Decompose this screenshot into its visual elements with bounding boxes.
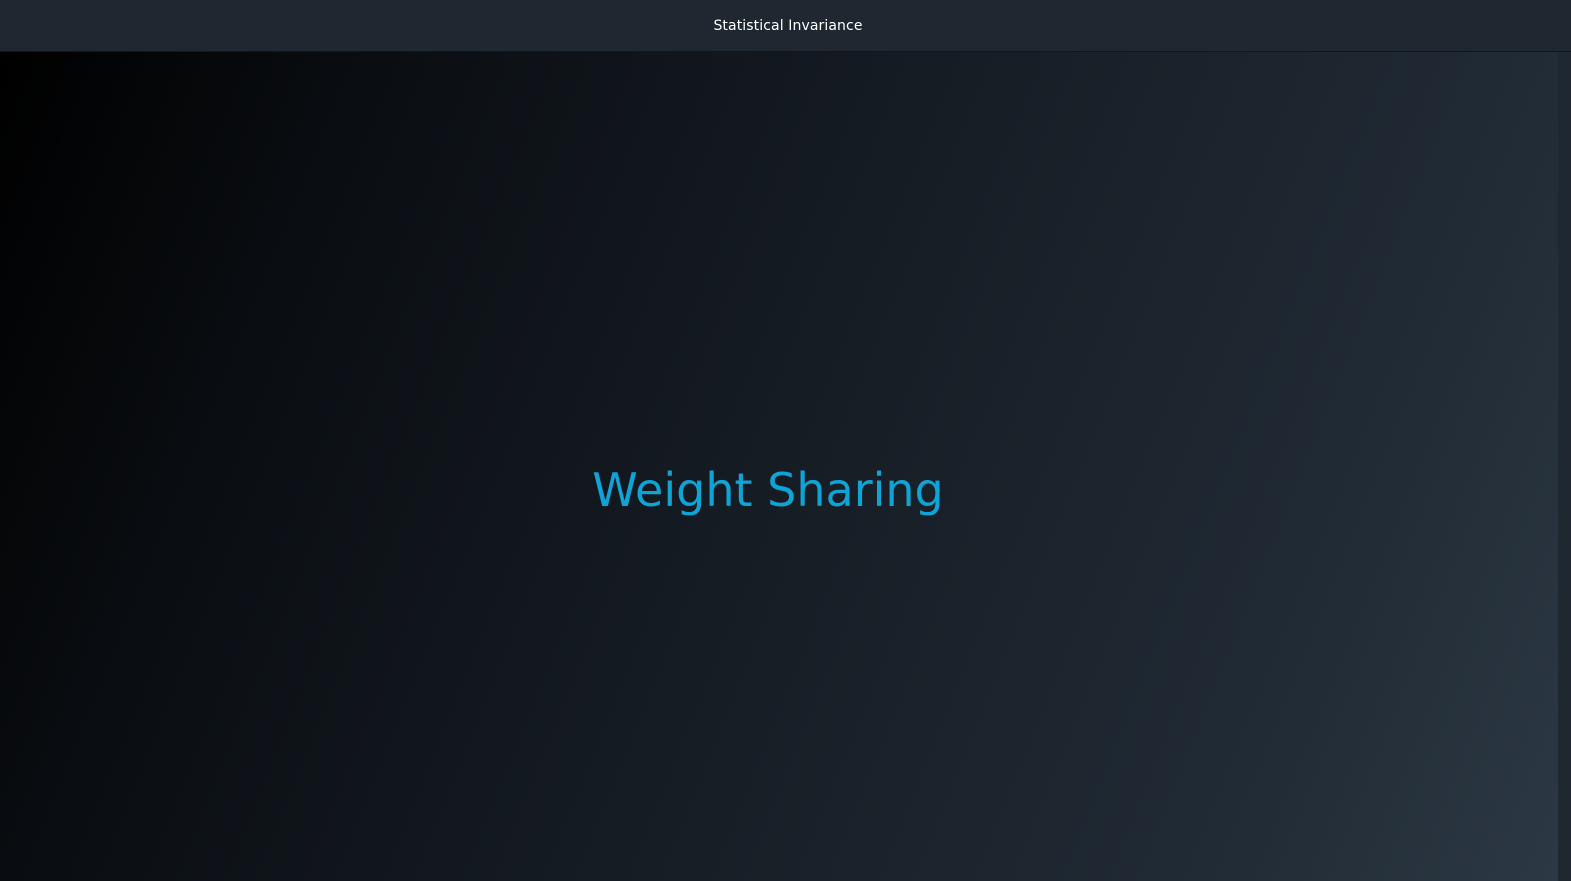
scrollbar-track[interactable] (1558, 52, 1571, 881)
slide-heading: Weight Sharing (592, 463, 944, 517)
video-title: Statistical Invariance (713, 17, 863, 34)
video-player-window: Statistical Invariance Weight Sharing (0, 0, 1571, 881)
video-stage[interactable]: Weight Sharing (0, 52, 1558, 881)
title-bar: Statistical Invariance (0, 0, 1571, 52)
